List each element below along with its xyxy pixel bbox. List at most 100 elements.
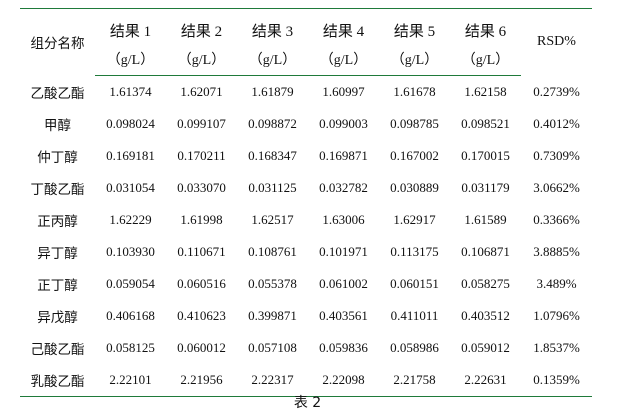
result-cell: 0.106871 <box>461 244 510 259</box>
result-cell: 0.057108 <box>248 340 297 355</box>
result-cell: 0.061002 <box>319 276 368 291</box>
result-cell: 1.61374 <box>109 84 152 99</box>
table-row: 正丙醇 1.62229 1.61998 1.62517 1.63006 1.62… <box>20 204 592 236</box>
result-cell: 1.61998 <box>180 212 223 227</box>
result-cell: 0.410623 <box>177 308 226 323</box>
unit-label: （g/L） <box>308 43 379 76</box>
result-cell: 0.059012 <box>461 340 510 355</box>
result-cell: 0.168347 <box>248 148 297 163</box>
result-cell: 0.113175 <box>390 244 439 259</box>
rsd-cell: 0.3366% <box>533 212 580 227</box>
table-row: 异戊醇 0.406168 0.410623 0.399871 0.403561 … <box>20 300 592 332</box>
result-cell: 0.169871 <box>319 148 368 163</box>
result-cell: 1.60997 <box>322 84 365 99</box>
result-cell: 0.031125 <box>248 180 297 195</box>
result-cell: 0.399871 <box>248 308 297 323</box>
rsd-cell: 3.489% <box>536 276 577 291</box>
result-cell: 0.108761 <box>248 244 297 259</box>
result-cell: 0.055378 <box>248 276 297 291</box>
result-cell: 1.62071 <box>180 84 223 99</box>
column-header-rsd: RSD% <box>521 8 592 76</box>
result-cell: 0.403512 <box>461 308 510 323</box>
column-header-result-4: 结果 4 <box>308 8 379 43</box>
result-cell: 1.63006 <box>322 212 365 227</box>
header-row-units: （g/L） （g/L） （g/L） （g/L） （g/L） （g/L） <box>20 43 592 76</box>
component-name-cell: 丁酸乙酯 <box>30 182 85 198</box>
result-cell: 1.62158 <box>464 84 507 99</box>
component-name-cell: 异戊醇 <box>37 310 78 326</box>
column-header-result-3: 结果 3 <box>237 8 308 43</box>
result-cell: 0.411011 <box>390 308 439 323</box>
results-table-container: 组分名称 结果 1 结果 2 结果 3 结果 4 结果 5 结果 6 RSD% … <box>20 8 592 397</box>
table-row: 正丁醇 0.059054 0.060516 0.055378 0.061002 … <box>20 268 592 300</box>
result-cell: 0.406168 <box>106 308 155 323</box>
result-cell: 0.403561 <box>319 308 368 323</box>
result-cell: 0.169181 <box>106 148 155 163</box>
result-cell: 0.170015 <box>461 148 510 163</box>
table-row: 异丁醇 0.103930 0.110671 0.108761 0.101971 … <box>20 236 592 268</box>
unit-label: （g/L） <box>450 43 521 76</box>
result-cell: 1.61589 <box>464 212 507 227</box>
result-cell: 0.030889 <box>390 180 439 195</box>
result-cell: 1.62917 <box>393 212 436 227</box>
rsd-cell: 0.2739% <box>533 83 580 99</box>
table-row: 丁酸乙酯 0.031054 0.033070 0.031125 0.032782… <box>20 172 592 204</box>
result-cell: 0.060151 <box>390 276 439 291</box>
result-cell: 0.098024 <box>106 116 155 131</box>
unit-label: （g/L） <box>379 43 450 76</box>
table-body: 乙酸乙酯 1.61374 1.62071 1.61879 1.60997 1.6… <box>20 76 592 397</box>
rsd-cell: 3.8885% <box>533 244 580 259</box>
table-row: 己酸乙酯 0.058125 0.060012 0.057108 0.059836… <box>20 332 592 364</box>
result-cell: 0.060516 <box>177 276 226 291</box>
rsd-cell: 1.0796% <box>533 308 580 323</box>
result-cell: 0.031054 <box>106 180 155 195</box>
rsd-cell: 1.8537% <box>533 340 580 355</box>
result-cell: 0.103930 <box>106 244 155 259</box>
column-header-result-2: 结果 2 <box>166 8 237 43</box>
component-name-cell: 正丁醇 <box>37 278 78 294</box>
column-header-result-6: 结果 6 <box>450 8 521 43</box>
table-caption: 表 2 <box>293 395 322 411</box>
unit-label: （g/L） <box>237 43 308 76</box>
result-cell: 0.099003 <box>319 116 368 131</box>
component-name-cell: 仲丁醇 <box>37 150 78 166</box>
result-cell: 0.110671 <box>177 244 226 259</box>
result-cell: 0.098872 <box>248 116 297 131</box>
result-cell: 0.098521 <box>461 116 510 131</box>
result-cell: 0.031179 <box>461 180 510 195</box>
result-cell: 1.61879 <box>251 84 294 99</box>
results-table: 组分名称 结果 1 结果 2 结果 3 结果 4 结果 5 结果 6 RSD% … <box>20 8 592 397</box>
header-row-titles: 组分名称 结果 1 结果 2 结果 3 结果 4 结果 5 结果 6 RSD% <box>20 8 592 76</box>
unit-label: （g/L） <box>95 43 166 76</box>
result-cell: 1.61678 <box>393 84 436 99</box>
component-name-cell: 异丁醇 <box>37 246 78 262</box>
table-row: 仲丁醇 0.169181 0.170211 0.168347 0.169871 … <box>20 140 592 172</box>
component-name-cell: 乙酸乙酯 <box>30 85 85 102</box>
result-cell: 0.098785 <box>390 116 439 131</box>
result-cell: 1.62517 <box>251 212 294 227</box>
result-cell: 0.167002 <box>390 148 439 163</box>
result-cell: 0.058125 <box>106 340 155 355</box>
component-name-cell: 甲醇 <box>44 118 71 134</box>
column-header-component-name: 组分名称 <box>20 8 95 76</box>
result-cell: 0.170211 <box>177 148 226 163</box>
rsd-cell: 0.7309% <box>533 148 580 163</box>
column-header-result-5: 结果 5 <box>379 8 450 43</box>
rsd-cell: 3.0662% <box>533 180 580 195</box>
result-cell: 0.059054 <box>106 276 155 291</box>
result-cell: 1.62229 <box>109 212 152 227</box>
column-header-result-1: 结果 1 <box>95 8 166 43</box>
table-row: 乙酸乙酯 1.61374 1.62071 1.61879 1.60997 1.6… <box>20 76 592 109</box>
result-cell: 0.060012 <box>177 340 226 355</box>
result-cell: 0.101971 <box>319 244 368 259</box>
unit-label: （g/L） <box>166 43 237 76</box>
component-name-cell: 己酸乙酯 <box>30 342 85 358</box>
table-row: 甲醇 0.098024 0.099107 0.098872 0.099003 0… <box>20 108 592 140</box>
result-cell: 0.032782 <box>319 180 368 195</box>
result-cell: 0.058275 <box>461 276 510 291</box>
result-cell: 0.058986 <box>390 340 439 355</box>
result-cell: 0.099107 <box>177 116 226 131</box>
component-name-cell: 正丙醇 <box>37 214 78 230</box>
result-cell: 0.059836 <box>319 340 368 355</box>
rsd-cell: 0.4012% <box>533 116 580 131</box>
